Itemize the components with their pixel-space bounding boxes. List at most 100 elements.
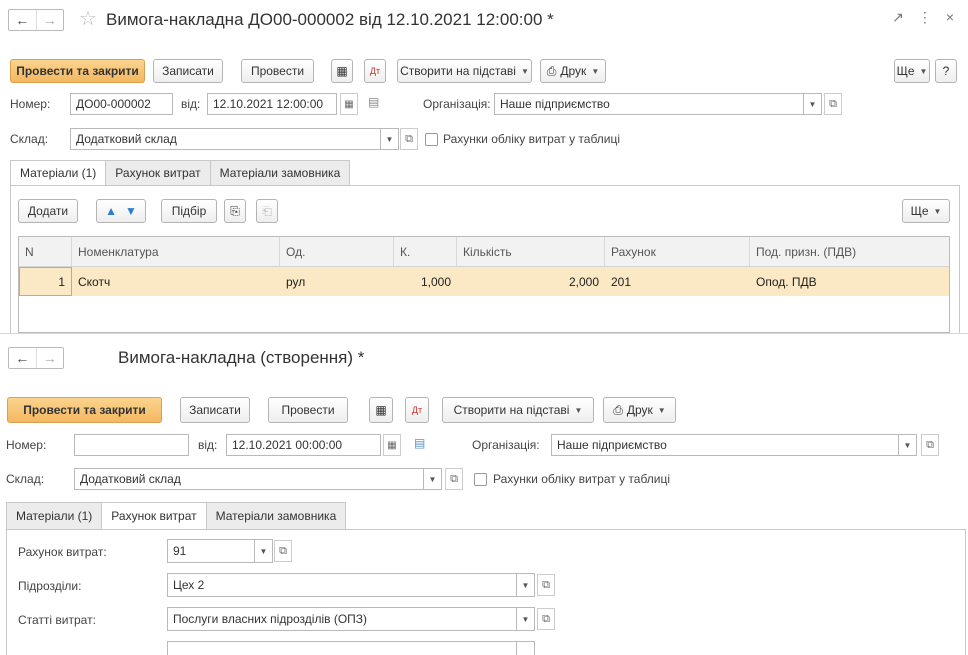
date-label: від: bbox=[181, 97, 201, 111]
document-window-existing: ← → ☆ Вимога-накладна ДО00-000002 від 12… bbox=[0, 0, 968, 333]
expense-accounts-checkbox[interactable] bbox=[474, 473, 487, 486]
warehouse-dropdown-icon[interactable]: ▼ bbox=[381, 128, 399, 150]
expense-accounts-checkbox-label: Рахунки обліку витрат у таблиці bbox=[443, 132, 621, 146]
calendar-icon[interactable]: ▦ bbox=[340, 93, 358, 115]
column-header[interactable]: Под. призн. (ПДВ) bbox=[750, 237, 949, 266]
column-header[interactable]: Номенклатура bbox=[72, 237, 280, 266]
post-and-close-button[interactable]: Провести та закрити bbox=[10, 59, 145, 83]
chevron-down-icon: ▼ bbox=[574, 405, 583, 415]
date-field[interactable]: 12.10.2021 12:00:00 bbox=[207, 93, 337, 115]
tab-customer-materials[interactable]: Матеріали замовника bbox=[209, 160, 351, 186]
warehouse-field[interactable]: Додатковий склад bbox=[70, 128, 381, 150]
calendar-icon[interactable]: ▦ bbox=[383, 434, 401, 456]
chevron-down-icon: ▼ bbox=[919, 66, 928, 76]
debit-credit-icon[interactable]: Дт bbox=[364, 59, 386, 83]
save-button[interactable]: Записати bbox=[153, 59, 223, 83]
date-label: від: bbox=[198, 438, 218, 452]
close-icon[interactable]: × bbox=[946, 9, 954, 26]
create-based-button[interactable]: Створити на підставі ▼ bbox=[442, 397, 594, 423]
arrow-up-icon[interactable]: ▲ bbox=[105, 204, 117, 218]
table-more-label: Ще bbox=[910, 204, 929, 218]
post-button[interactable]: Провести bbox=[241, 59, 314, 83]
cell-coefficient[interactable]: 1,000 bbox=[394, 267, 457, 296]
forward-arrow-icon[interactable]: → bbox=[35, 10, 64, 30]
select-button[interactable]: Підбір bbox=[161, 199, 217, 223]
arrow-down-icon[interactable]: ▼ bbox=[125, 204, 137, 218]
more-button[interactable]: Ще ▼ bbox=[894, 59, 930, 83]
add-row-button[interactable]: Додати bbox=[18, 199, 78, 223]
tab-materials[interactable]: Матеріали (1) bbox=[6, 502, 103, 530]
printer-icon: ⎙ bbox=[546, 63, 557, 78]
cell-account[interactable]: 201 bbox=[605, 267, 750, 296]
paste-icon[interactable]: ⎗ bbox=[256, 199, 278, 223]
print-button[interactable]: ⎙ Друк ▼ bbox=[603, 397, 676, 423]
structure-icon[interactable]: ▦ bbox=[331, 59, 353, 83]
cell-nomenclature[interactable]: Скотч bbox=[72, 267, 280, 296]
column-header[interactable]: К. bbox=[394, 237, 457, 266]
organization-field[interactable]: Наше підприємство bbox=[551, 434, 899, 456]
back-arrow-icon[interactable]: ← bbox=[9, 348, 36, 368]
table-more-button[interactable]: Ще ▼ bbox=[902, 199, 950, 223]
print-button[interactable]: ⎙ Друк ▼ bbox=[540, 59, 606, 83]
extra-field[interactable] bbox=[167, 641, 517, 655]
copy-icon[interactable]: ⎘ bbox=[224, 199, 246, 223]
save-button[interactable]: Записати bbox=[180, 397, 250, 423]
warehouse-dropdown-icon[interactable]: ▼ bbox=[424, 468, 442, 490]
number-field[interactable]: ДО00-000002 bbox=[70, 93, 173, 115]
back-arrow-icon[interactable]: ← bbox=[9, 10, 36, 30]
expense-items-field[interactable]: Послуги власних підрозділів (ОПЗ) bbox=[167, 607, 517, 631]
tab-expense-account[interactable]: Рахунок витрат bbox=[101, 502, 207, 530]
help-button[interactable]: ? bbox=[935, 59, 957, 83]
post-and-close-button[interactable]: Провести та закрити bbox=[7, 397, 162, 423]
history-icon[interactable]: ▤ bbox=[414, 436, 425, 450]
expense-items-open-icon[interactable]: ⧉ bbox=[537, 608, 555, 630]
cell-vat-attribute[interactable]: Опод. ПДВ bbox=[750, 267, 949, 296]
column-header[interactable]: Од. bbox=[280, 237, 394, 266]
organization-dropdown-icon[interactable]: ▼ bbox=[899, 434, 917, 456]
division-dropdown-icon[interactable]: ▼ bbox=[517, 573, 535, 597]
cell-n[interactable]: 1 bbox=[19, 267, 72, 296]
print-label: Друк bbox=[626, 403, 653, 417]
more-vertical-icon[interactable]: ⋮ bbox=[918, 9, 932, 26]
organization-open-icon[interactable]: ⧉ bbox=[921, 434, 939, 456]
division-open-icon[interactable]: ⧉ bbox=[537, 574, 555, 596]
expense-account-dropdown-icon[interactable]: ▼ bbox=[255, 539, 273, 563]
chevron-down-icon: ▼ bbox=[933, 206, 942, 216]
favorite-star-icon[interactable]: ☆ bbox=[79, 6, 97, 31]
structure-icon[interactable]: ▦ bbox=[369, 397, 393, 423]
cell-unit[interactable]: рул bbox=[280, 267, 394, 296]
post-button[interactable]: Провести bbox=[268, 397, 348, 423]
organization-field[interactable]: Наше підприємство bbox=[494, 93, 804, 115]
create-based-button[interactable]: Створити на підставі ▼ bbox=[397, 59, 532, 83]
warehouse-open-icon[interactable]: ⧉ bbox=[445, 468, 463, 490]
tab-materials[interactable]: Матеріали (1) bbox=[10, 160, 107, 186]
expense-items-dropdown-icon[interactable]: ▼ bbox=[517, 607, 535, 631]
expense-account-field[interactable]: 91 bbox=[167, 539, 255, 563]
division-field[interactable]: Цех 2 bbox=[167, 573, 517, 597]
create-based-label: Створити на підставі bbox=[453, 403, 570, 417]
nav-buttons: ← → bbox=[8, 347, 64, 369]
organization-dropdown-icon[interactable]: ▼ bbox=[804, 93, 822, 115]
expense-accounts-checkbox[interactable] bbox=[425, 133, 438, 146]
column-header[interactable]: Кількість bbox=[457, 237, 605, 266]
warehouse-label: Склад: bbox=[6, 472, 45, 486]
extra-dropdown-icon[interactable] bbox=[517, 641, 535, 655]
history-icon[interactable]: ▤ bbox=[368, 95, 379, 109]
tab-expense-account[interactable]: Рахунок витрат bbox=[105, 160, 211, 186]
cell-quantity[interactable]: 2,000 bbox=[457, 267, 605, 296]
debit-credit-icon[interactable]: Дт bbox=[405, 397, 429, 423]
forward-arrow-icon[interactable]: → bbox=[35, 348, 64, 368]
column-header[interactable]: Рахунок bbox=[605, 237, 750, 266]
expense-account-open-icon[interactable]: ⧉ bbox=[274, 540, 292, 562]
number-field[interactable] bbox=[74, 434, 189, 456]
organization-label: Організація: bbox=[423, 97, 491, 111]
link-icon[interactable]: ↗ bbox=[892, 9, 904, 26]
warehouse-field[interactable]: Додатковий склад bbox=[74, 468, 424, 490]
organization-open-icon[interactable]: ⧉ bbox=[824, 93, 842, 115]
date-field[interactable]: 12.10.2021 00:00:00 bbox=[226, 434, 381, 456]
table-row[interactable]: 1 Скотч рул 1,000 2,000 201 Опод. ПДВ bbox=[19, 267, 949, 296]
warehouse-open-icon[interactable]: ⧉ bbox=[400, 128, 418, 150]
tab-customer-materials[interactable]: Матеріали замовника bbox=[205, 502, 347, 530]
printer-icon: ⎙ bbox=[613, 402, 623, 417]
column-header[interactable]: N bbox=[19, 237, 72, 266]
